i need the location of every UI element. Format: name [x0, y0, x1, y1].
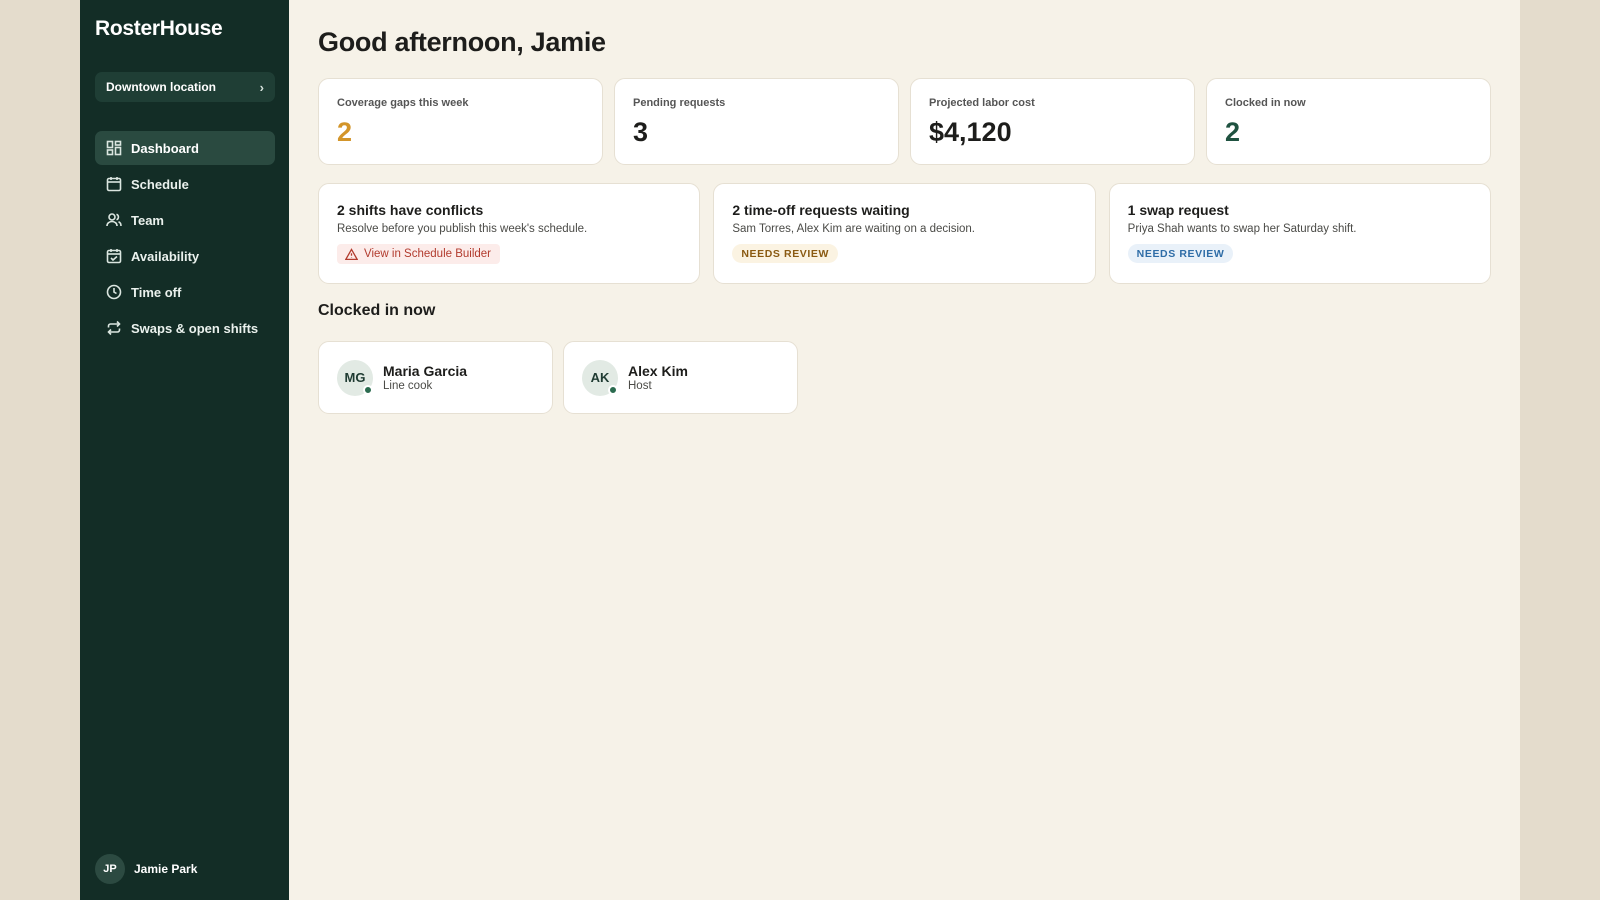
warning-triangle-icon [345, 247, 358, 260]
link-label: View in Schedule Builder [364, 248, 492, 260]
stat-value: 3 [633, 117, 649, 147]
alert-title: 2 time-off requests waiting [732, 202, 910, 218]
chevron-right-icon: › [259, 79, 264, 95]
alert-title: 2 shifts have conflicts [337, 202, 484, 218]
sidebar-item-label: Availability [131, 248, 200, 264]
sidebar-item-label: Schedule [131, 176, 189, 192]
stat-card-coverage-gaps[interactable]: Coverage gaps this week 2 [318, 78, 603, 165]
avatar: AK [582, 359, 618, 396]
swap-icon [106, 320, 122, 336]
view-schedule-builder-link[interactable]: View in Schedule Builder [337, 244, 501, 264]
sidebar-item-label: Time off [131, 284, 182, 300]
app-shell: RosterHouse Downtown location › Dashboar… [80, 0, 1520, 900]
stat-label: Projected labor cost [929, 97, 1035, 109]
sidebar-item-dashboard[interactable]: Dashboard [95, 131, 275, 165]
clock-icon [106, 284, 122, 300]
stat-value: 2 [337, 117, 353, 147]
sidebar-item-label: Dashboard [131, 140, 199, 156]
sidebar-item-time-off[interactable]: Time off [95, 275, 275, 309]
alert-description: Resolve before you publish this week's s… [337, 223, 588, 235]
alert-card-time-off[interactable]: 2 time-off requests waiting Sam Torres, … [713, 183, 1096, 284]
alert-card-conflicts[interactable]: 2 shifts have conflicts Resolve before y… [318, 183, 701, 284]
user-name: Jamie Park [134, 862, 198, 876]
users-icon [106, 212, 122, 228]
calendar-check-icon [106, 248, 122, 264]
stat-label: Coverage gaps this week [337, 97, 469, 109]
app-logo: RosterHouse [95, 17, 223, 40]
avatar-initials: AK [590, 370, 610, 385]
location-label: Downtown location [106, 80, 216, 94]
alert-description: Priya Shah wants to swap her Saturday sh… [1127, 223, 1357, 235]
sidebar-item-swaps[interactable]: Swaps & open shifts [95, 311, 275, 345]
stat-card-clocked-in[interactable]: Clocked in now 2 [1206, 78, 1491, 165]
sidebar-item-availability[interactable]: Availability [95, 239, 275, 273]
employee-card-maria-garcia[interactable]: MG Maria Garcia Line cook [318, 341, 553, 414]
sidebar-item-label: Swaps & open shifts [131, 320, 259, 336]
employee-name: Maria Garcia [383, 363, 468, 379]
page-title: Good afternoon, Jamie [318, 27, 606, 57]
stat-card-pending-requests[interactable]: Pending requests 3 [614, 78, 899, 165]
alert-card-swap[interactable]: 1 swap request Priya Shah wants to swap … [1108, 183, 1491, 284]
employee-name: Alex Kim [628, 363, 688, 379]
sidebar-item-schedule[interactable]: Schedule [95, 167, 275, 201]
alert-description: Sam Torres, Alex Kim are waiting on a de… [732, 223, 976, 235]
sidebar-item-label: Team [131, 212, 164, 228]
stat-card-labor-cost[interactable]: Projected labor cost $4,120 [910, 78, 1195, 165]
stats-row: Coverage gaps this week 2 Pending reques… [318, 78, 1491, 165]
status-badge: NEEDS REVIEW [732, 244, 839, 263]
section-title-clocked-in: Clocked in now [318, 302, 436, 319]
sidebar: RosterHouse Downtown location › Dashboar… [80, 0, 289, 900]
online-status-dot [608, 384, 618, 395]
employee-role: Host [628, 380, 652, 392]
stat-label: Pending requests [633, 97, 726, 109]
location-switcher[interactable]: Downtown location › [95, 72, 275, 102]
clocked-in-list: MG Maria Garcia Line cook AK Alex Kim Ho… [318, 341, 798, 414]
alert-title: 1 swap request [1127, 202, 1229, 218]
stat-label: Clocked in now [1225, 97, 1306, 109]
avatar: JP [95, 854, 125, 884]
status-badge: NEEDS REVIEW [1127, 244, 1234, 263]
grid-icon [106, 140, 122, 156]
user-menu[interactable]: JP Jamie Park [95, 854, 197, 884]
online-status-dot [363, 384, 373, 395]
calendar-icon [106, 176, 122, 192]
main-content: Good afternoon, Jamie Coverage gaps this… [289, 0, 1520, 900]
employee-card-alex-kim[interactable]: AK Alex Kim Host [563, 341, 798, 414]
stat-value: $4,120 [929, 117, 1012, 147]
stat-value: 2 [1225, 117, 1241, 147]
avatar: MG [337, 359, 373, 396]
avatar-initials: MG [344, 370, 366, 385]
sidebar-nav: Dashboard Schedule Team Availability Tim… [95, 131, 275, 347]
employee-role: Line cook [383, 380, 433, 392]
alerts-row: 2 shifts have conflicts Resolve before y… [318, 183, 1491, 284]
sidebar-item-team[interactable]: Team [95, 203, 275, 237]
